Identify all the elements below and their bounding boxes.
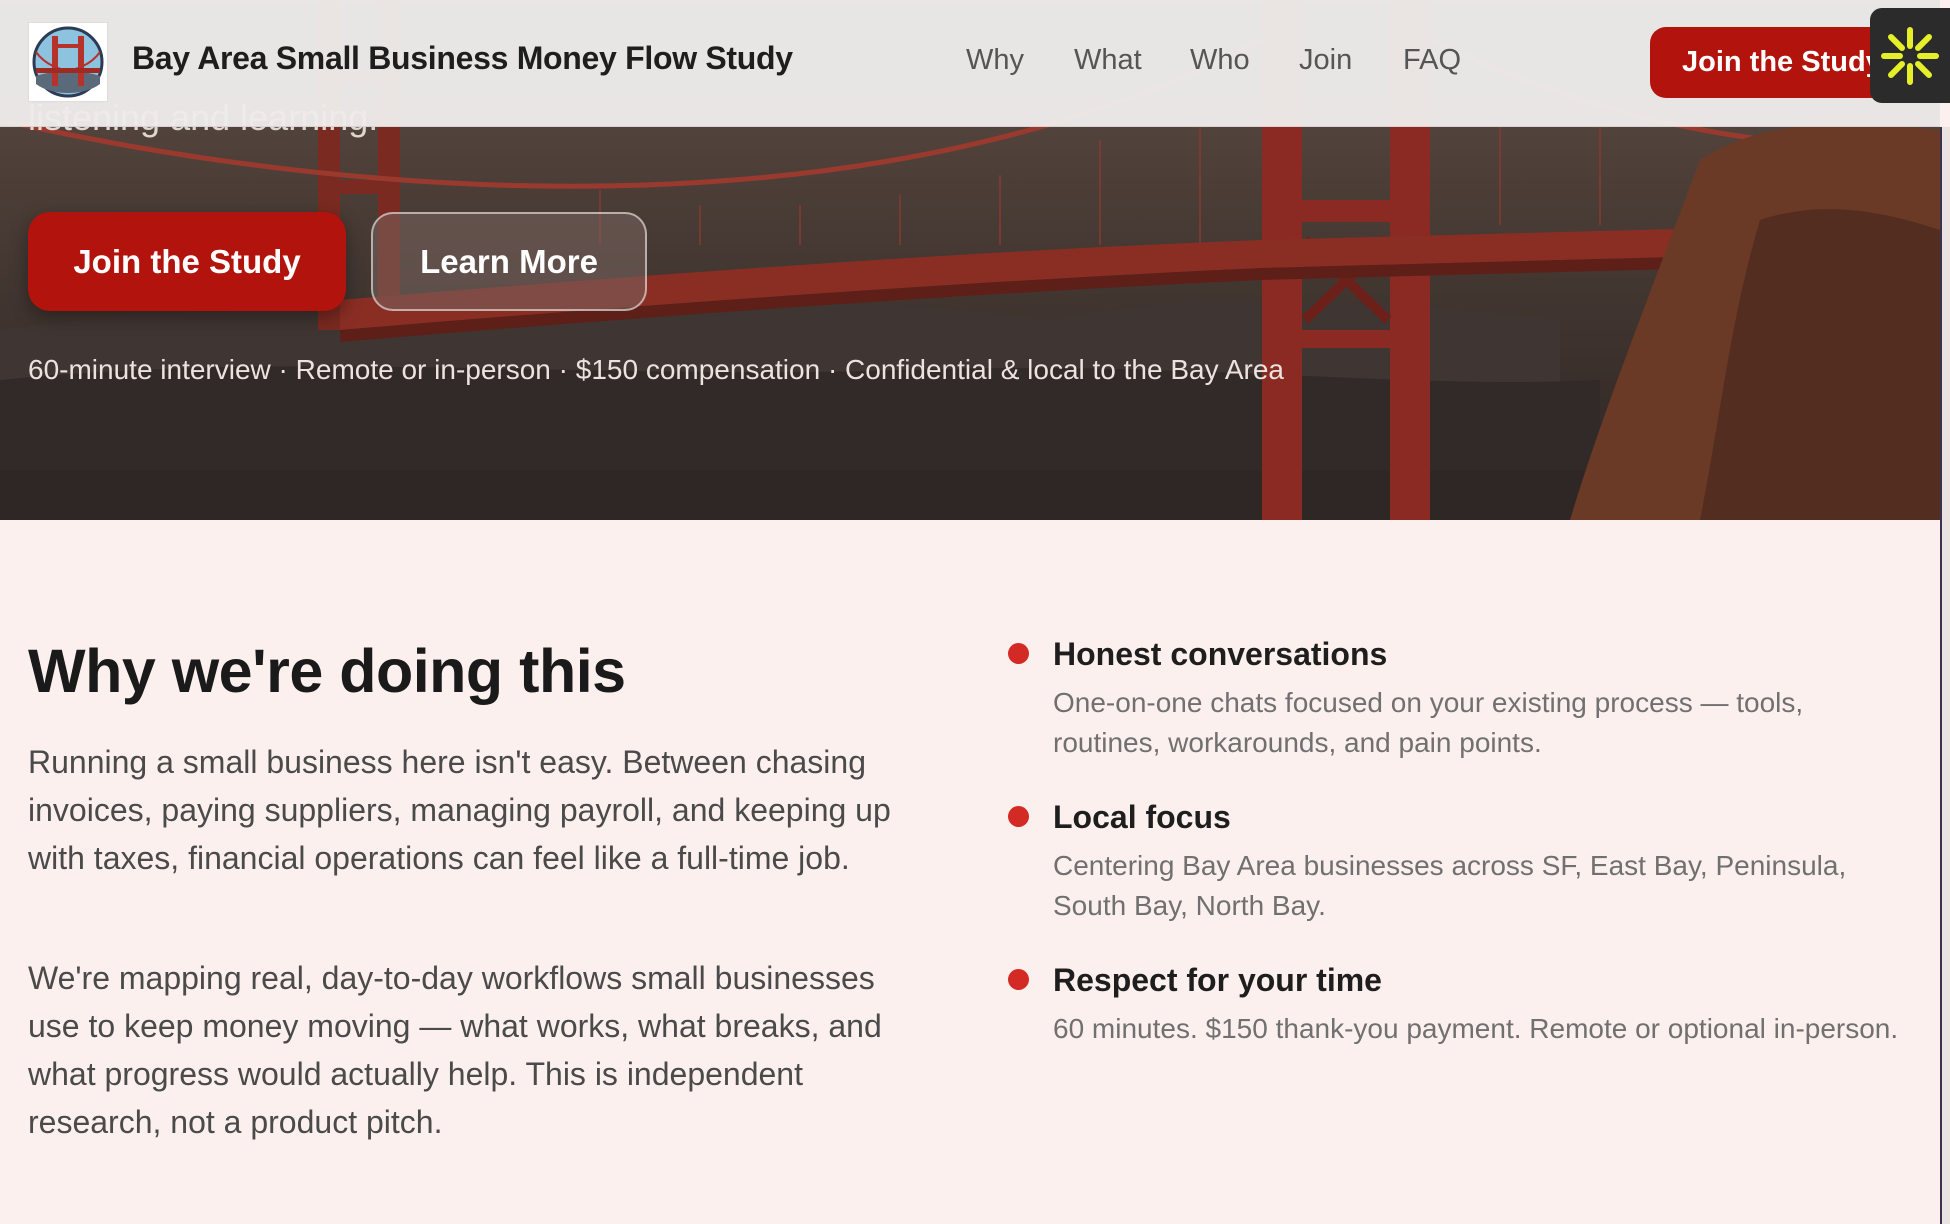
feature-item: Respect for your time 60 minutes. $150 t…: [1008, 962, 1908, 1049]
feature-title: Local focus: [1053, 799, 1231, 835]
bullet-dot-icon: [1008, 806, 1029, 827]
feature-item: Honest conversations One-on-one chats fo…: [1008, 636, 1908, 763]
feature-title: Respect for your time: [1053, 962, 1382, 998]
golden-gate-logo-icon[interactable]: [28, 22, 108, 102]
nav-link-join[interactable]: Join: [1299, 44, 1352, 77]
nav-link-what[interactable]: What: [1074, 44, 1142, 77]
site-header: Bay Area Small Business Money Flow Study…: [0, 0, 1950, 127]
bullet-dot-icon: [1008, 969, 1029, 990]
hero-meta-text: 60-minute interview · Remote or in-perso…: [28, 354, 1284, 385]
site-title: Bay Area Small Business Money Flow Study: [132, 40, 793, 76]
page-scrollbar[interactable]: [1940, 127, 1950, 1224]
feature-list: Honest conversations One-on-one chats fo…: [1008, 636, 1908, 1085]
hero-join-button[interactable]: Join the Study: [28, 212, 346, 311]
asterisk-burst-icon[interactable]: [1870, 8, 1950, 103]
hero-learn-more-button[interactable]: Learn More: [371, 212, 647, 311]
feature-title: Honest conversations: [1053, 636, 1388, 672]
why-paragraph: Running a small business here isn't easy…: [28, 744, 891, 876]
nav-link-who[interactable]: Who: [1190, 44, 1250, 77]
feature-desc: Centering Bay Area businesses across SF,…: [1053, 850, 1847, 921]
feature-item: Local focus Centering Bay Area businesse…: [1008, 799, 1908, 926]
nav-link-faq[interactable]: FAQ: [1403, 44, 1461, 77]
why-paragraph: We're mapping real, day-to-day workflows…: [28, 960, 882, 1140]
feature-desc: 60 minutes. $150 thank-you payment. Remo…: [1053, 1013, 1899, 1044]
bullet-dot-icon: [1008, 643, 1029, 664]
why-heading: Why we're doing this: [28, 637, 626, 705]
nav-link-why[interactable]: Why: [966, 44, 1024, 77]
feature-desc: One-on-one chats focused on your existin…: [1053, 687, 1804, 758]
